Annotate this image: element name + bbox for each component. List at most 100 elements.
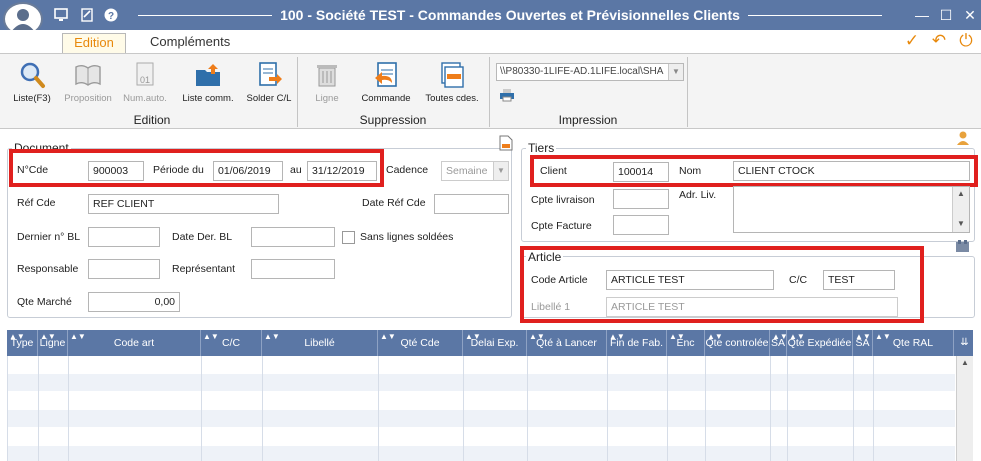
sort-arrows-icon[interactable]: ▲▼ xyxy=(707,333,723,341)
grid-column-header[interactable]: ▲▼ Qté à Lancer xyxy=(527,330,607,356)
tab-edition[interactable]: Edition xyxy=(62,33,126,53)
delete-ligne-button[interactable]: Ligne xyxy=(307,58,347,106)
delete-toutes-button[interactable]: Toutes cdes. xyxy=(422,58,482,106)
grid-expand-icon[interactable]: ⇊ xyxy=(956,330,973,356)
table-row[interactable] xyxy=(7,392,955,409)
maximize-button[interactable]: ☐ xyxy=(936,6,956,24)
highlight-article xyxy=(520,246,924,323)
grid-column-header[interactable]: ▲▼ SA xyxy=(770,330,787,356)
sort-arrows-icon[interactable]: ▲▼ xyxy=(609,333,625,341)
close-button[interactable]: ✕ xyxy=(960,6,980,24)
sort-arrows-icon[interactable]: ▲▼ xyxy=(855,333,871,341)
grid-column-header[interactable]: ▲▼ Ligne xyxy=(38,330,68,356)
cpte-facture-label: Cpte Facture xyxy=(531,220,592,232)
grid-column-header[interactable]: ▲▼ SA xyxy=(853,330,873,356)
grid-scrollbar[interactable]: ▲ xyxy=(956,356,973,461)
sort-arrows-icon[interactable]: ▲▼ xyxy=(789,333,805,341)
sort-arrows-icon[interactable]: ▲▼ xyxy=(9,333,25,341)
table-row[interactable] xyxy=(7,356,955,373)
cpte-facture-input[interactable] xyxy=(613,215,669,235)
grid-column-divider xyxy=(201,356,202,461)
svg-text:?: ? xyxy=(108,11,114,22)
tab-complements[interactable]: Compléments xyxy=(142,33,238,53)
table-row[interactable] xyxy=(7,374,955,391)
chevron-down-icon[interactable]: ▼ xyxy=(668,64,683,80)
num-auto-button[interactable]: 01 Num.auto. xyxy=(120,58,170,106)
scroll-down-icon[interactable]: ▼ xyxy=(953,217,969,231)
trash-icon xyxy=(313,61,341,89)
grid-column-header[interactable]: ▲▼ Code art xyxy=(68,330,201,356)
grid-column-header[interactable]: ▲▼ Qte RAL xyxy=(873,330,954,356)
grid-column-header[interactable]: ▲▼ Libellé xyxy=(262,330,378,356)
grid-column-header[interactable]: ▲▼ Qté Cde xyxy=(378,330,463,356)
table-row[interactable] xyxy=(7,446,955,461)
sort-arrows-icon[interactable]: ▲▼ xyxy=(40,333,56,341)
sort-arrows-icon[interactable]: ▲▼ xyxy=(264,333,280,341)
sort-arrows-icon[interactable]: ▲▼ xyxy=(70,333,86,341)
printer-icon[interactable] xyxy=(499,88,515,102)
adr-liv-textarea[interactable] xyxy=(733,186,970,233)
dernier-bl-input[interactable] xyxy=(88,227,160,247)
liste-button[interactable]: Liste(F3) xyxy=(10,58,54,106)
sort-arrows-icon[interactable]: ▲▼ xyxy=(772,333,786,341)
sans-lignes-label: Sans lignes soldées xyxy=(360,231,454,243)
grid-column-divider xyxy=(705,356,706,461)
sort-arrows-icon[interactable]: ▲▼ xyxy=(669,333,685,341)
representant-input[interactable] xyxy=(251,259,335,279)
address-book-icon[interactable] xyxy=(955,240,970,253)
grid-column-divider xyxy=(873,356,874,461)
date-der-bl-input[interactable] xyxy=(251,227,335,247)
grid-column-header[interactable]: ▲▼ Qte Expédiée xyxy=(787,330,853,356)
date-der-bl-label: Date Der. BL xyxy=(172,231,233,243)
ref-cde-input[interactable]: REF CLIENT xyxy=(88,194,279,214)
documents-stack-icon xyxy=(438,61,466,89)
cpte-livraison-input[interactable] xyxy=(613,189,669,209)
sort-arrows-icon[interactable]: ▲▼ xyxy=(203,333,219,341)
grid-column-divider xyxy=(607,356,608,461)
date-ref-cde-input[interactable] xyxy=(434,194,509,214)
undo-arrow-icon[interactable]: ↶ xyxy=(929,32,949,50)
scroll-up-icon[interactable]: ▲ xyxy=(953,187,969,201)
tiers-legend: Tiers xyxy=(526,141,557,155)
monitor-icon[interactable] xyxy=(54,8,68,22)
grid-column-header[interactable]: ▲▼ Fin de Fab. xyxy=(607,330,667,356)
sort-arrows-icon[interactable]: ▲▼ xyxy=(380,333,396,341)
help-icon[interactable]: ? xyxy=(104,8,118,22)
grid-column-divider xyxy=(7,356,8,461)
solder-cl-button[interactable]: Solder C/L xyxy=(244,58,294,106)
person-icon[interactable] xyxy=(955,130,971,146)
grid-column-header[interactable]: ▲▼ Enc xyxy=(667,330,705,356)
table-row[interactable] xyxy=(7,428,955,445)
grid-column-header[interactable]: ▲▼ Qte controlée xyxy=(705,330,770,356)
window-title: 100 - Société TEST - Commandes Ouvertes … xyxy=(280,7,740,23)
grid-column-header[interactable]: ▲▼ Delai Exp. xyxy=(463,330,527,356)
document-corner-icon[interactable] xyxy=(499,135,513,151)
column-label: Qte RAL xyxy=(892,337,934,349)
adr-liv-scrollbar[interactable]: ▲ ▼ xyxy=(952,187,969,232)
proposition-button[interactable]: Proposition xyxy=(61,58,115,106)
edition-group-label: Edition xyxy=(133,113,171,127)
grid-column-header[interactable]: ▲▼ Type xyxy=(7,330,38,356)
suppression-group-label: Suppression xyxy=(359,113,427,127)
scroll-up-icon[interactable]: ▲ xyxy=(957,356,973,370)
power-icon[interactable]: ⏻ xyxy=(956,32,976,50)
delete-commande-button[interactable]: Commande xyxy=(359,58,413,106)
sort-arrows-icon[interactable]: ▲▼ xyxy=(529,333,545,341)
responsable-input[interactable] xyxy=(88,259,160,279)
sort-arrows-icon[interactable]: ▲▼ xyxy=(875,333,891,341)
window-title-area: 100 - Société TEST - Commandes Ouvertes … xyxy=(130,6,890,24)
liste-comm-button[interactable]: Liste comm. xyxy=(180,58,236,106)
document-edit-icon[interactable] xyxy=(80,8,94,22)
printer-select[interactable]: \\P80330-1LIFE-AD.1LIFE.local\SHA xyxy=(496,63,684,81)
sans-lignes-checkbox[interactable] xyxy=(342,231,355,244)
liste-comm-label: Liste comm. xyxy=(182,93,234,104)
sort-arrows-icon[interactable]: ▲▼ xyxy=(465,333,481,341)
table-row[interactable] xyxy=(7,410,955,427)
qte-marche-input[interactable]: 0,00 xyxy=(88,292,180,312)
chevron-down-icon[interactable]: ▼ xyxy=(493,162,508,180)
grid-column-divider xyxy=(68,356,69,461)
validate-check-icon[interactable]: ✓ xyxy=(902,32,922,50)
minimize-button[interactable]: — xyxy=(912,6,932,24)
dernier-bl-label: Dernier n° BL xyxy=(17,231,81,243)
grid-column-header[interactable]: ▲▼ C/C xyxy=(201,330,262,356)
